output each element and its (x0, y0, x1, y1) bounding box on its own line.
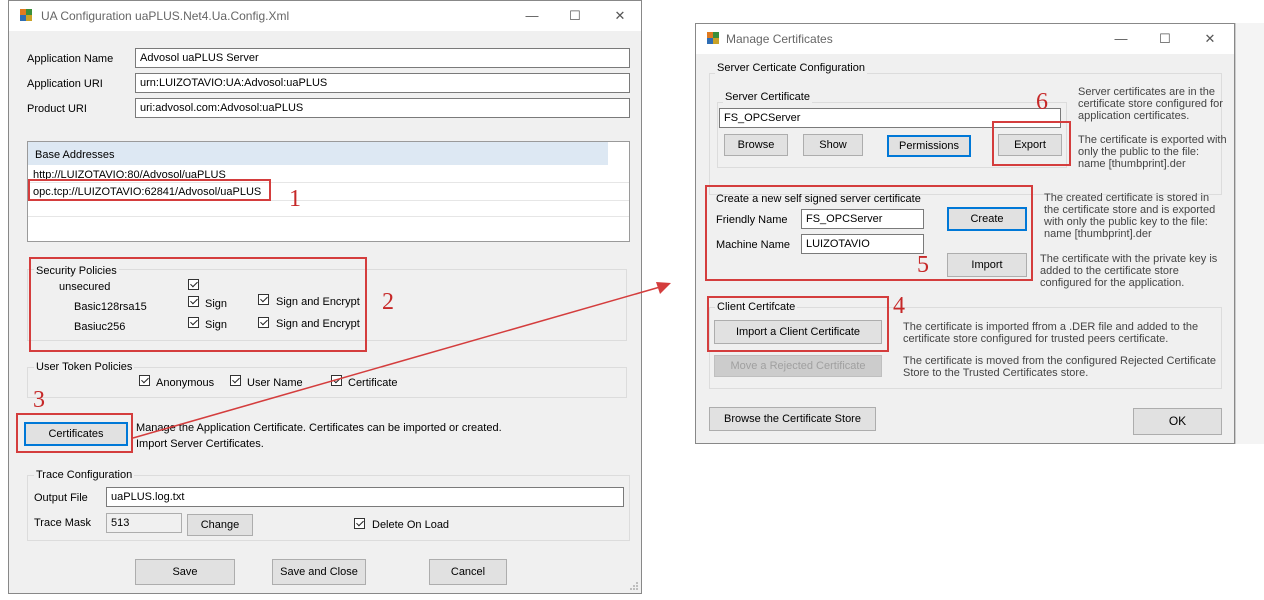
annotation-arrow (132, 282, 671, 439)
